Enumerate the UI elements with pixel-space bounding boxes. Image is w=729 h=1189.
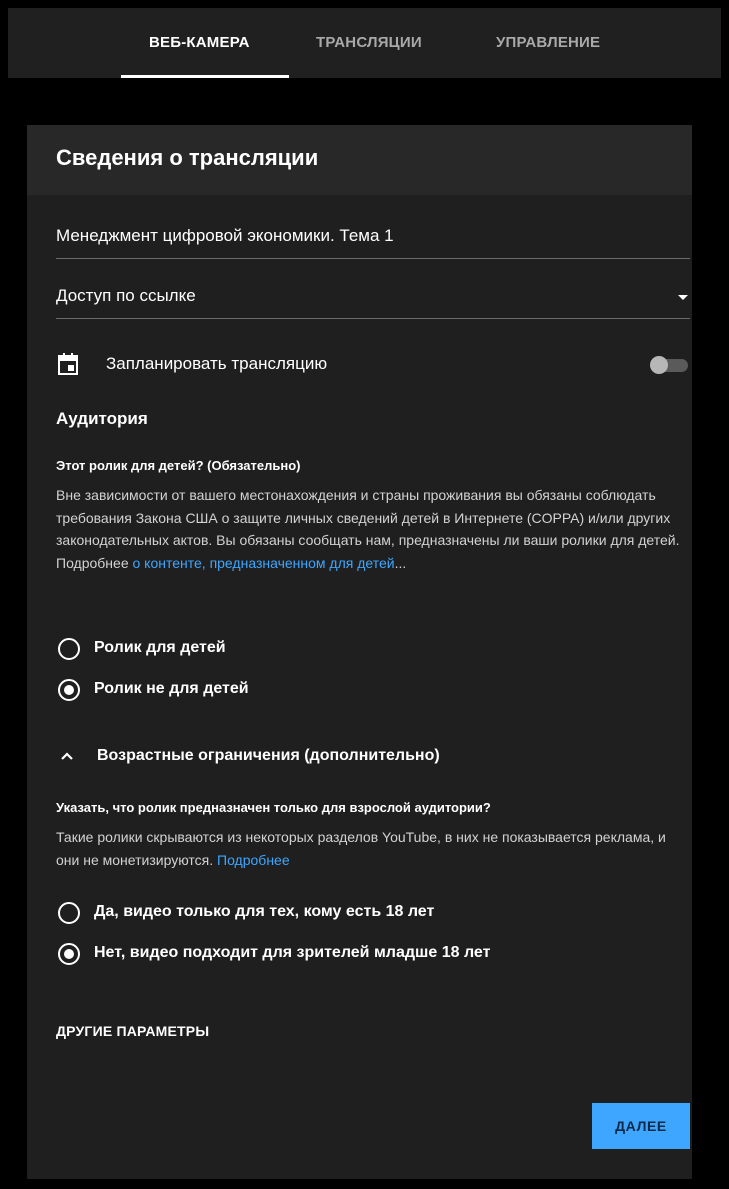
kids-content-link[interactable]: о контенте, предназначенном для детей [133,555,395,571]
stream-title-value: Менеджмент цифровой экономики. Тема 1 [56,226,394,245]
toggle-knob [650,356,668,374]
dropdown-caret-icon [678,295,688,300]
kids-explanation: Вне зависимости от вашего местонахождени… [56,484,692,574]
radio-label: Да, видео только для тех, кому есть 18 л… [94,903,435,920]
age-restrictions-label: Возрастные ограничения (дополнительно) [97,747,440,764]
learn-more-link[interactable]: Подробнее [217,852,290,868]
radio-label: Нет, видео подходит для зрителей младше … [94,944,491,961]
radio-label: Ролик для детей [94,639,226,656]
tab-manage[interactable]: УПРАВЛЕНИЕ [496,8,600,78]
calendar-icon [58,353,78,375]
ellipsis: ... [394,554,407,571]
visibility-select[interactable]: Доступ по ссылке [56,280,690,319]
radio-circle [58,902,80,924]
radio-label: Ролик не для детей [94,680,249,697]
next-button[interactable]: ДАЛЕЕ [592,1103,690,1149]
schedule-row: Запланировать трансляцию [56,350,690,380]
radio-circle-selected [58,943,80,965]
adult-question: Указать, что ролик предназначен только д… [56,800,491,815]
visibility-value: Доступ по ссылке [56,286,196,305]
top-tab-bar: ВЕБ-КАМЕРА ТРАНСЛЯЦИИ УПРАВЛЕНИЕ [8,8,721,78]
kids-question: Этот ролик для детей? (Обязательно) [56,458,301,473]
other-params-button[interactable]: ДРУГИЕ ПАРАМЕТРЫ [56,1023,209,1039]
tab-streams[interactable]: ТРАНСЛЯЦИИ [316,8,422,78]
stream-details-panel: Сведения о трансляции Менеджмент цифрово… [27,125,692,1179]
panel-header: Сведения о трансляции [27,125,692,195]
stream-title-input[interactable]: Менеджмент цифровой экономики. Тема 1 [56,220,690,259]
schedule-label: Запланировать трансляцию [106,354,328,373]
active-tab-indicator [121,75,289,78]
audience-heading: Аудитория [56,409,148,428]
chevron-up-icon [61,752,73,760]
radio-circle [58,638,80,660]
panel-title: Сведения о трансляции [56,145,319,170]
adult-explanation-text: Такие ролики скрываются из некоторых раз… [56,829,666,868]
tab-webcam[interactable]: ВЕБ-КАМЕРА [149,8,250,78]
adult-explanation: Такие ролики скрываются из некоторых раз… [56,826,692,871]
schedule-toggle[interactable] [650,356,690,374]
radio-circle-selected [58,679,80,701]
